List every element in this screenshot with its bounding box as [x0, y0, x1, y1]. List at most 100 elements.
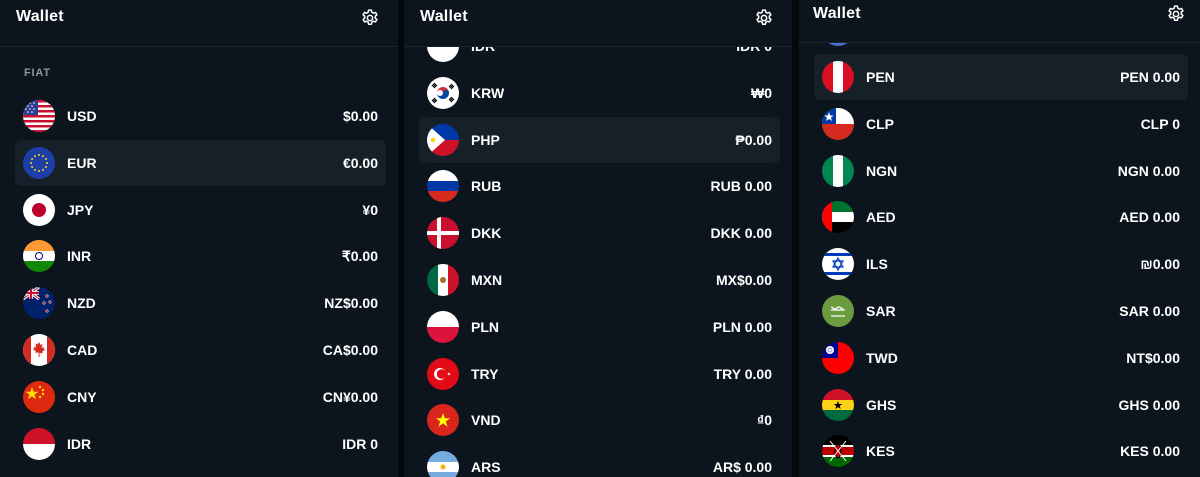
currency-balance: GHS 0.00	[1118, 396, 1180, 413]
ke-flag-icon	[822, 435, 854, 468]
currency-row-jpy[interactable]: JPY ¥0	[15, 187, 386, 233]
currency-code: SAR	[866, 303, 896, 319]
currency-balance: TRY 0.00	[713, 365, 772, 382]
currency-row-twd[interactable]: TWD NT$0.00	[814, 335, 1188, 381]
currency-code: RUB	[471, 178, 502, 195]
currency-code: AED	[866, 209, 896, 226]
currency-code: TWD	[866, 349, 898, 366]
currency-balance: AR$ 0.00	[712, 459, 772, 476]
currency-code: CAD	[67, 342, 98, 358]
currency-balance: ₪0.00	[1140, 256, 1180, 273]
currency-code: DKK	[471, 225, 502, 242]
currency-row-pen[interactable]: PEN PEN 0.00	[814, 54, 1188, 100]
header: Wallet	[404, 0, 792, 47]
ca-flag-icon	[23, 334, 55, 366]
currency-code: KRW	[471, 84, 505, 101]
currency-balance: $0.00	[342, 108, 378, 124]
us-flag-icon	[23, 100, 55, 132]
currency-row-ars[interactable]: ARS AR$ 0.00	[419, 444, 780, 477]
currency-row-vnd[interactable]: VND ₫0	[419, 397, 780, 443]
nz-flag-icon	[23, 287, 55, 320]
currency-balance: AED 0.00	[1119, 209, 1180, 226]
wallet-panel-3: PEN PEN 0.00 CLP CLP 0 NGN NGN 0.00 AED AED 0.0…	[799, 0, 1200, 477]
gear-icon[interactable]	[754, 8, 774, 28]
currency-balance: CLP 0	[1140, 115, 1180, 132]
currency-code: TRY	[471, 365, 499, 382]
header: Wallet	[799, 0, 1200, 43]
gh-flag-icon	[822, 388, 854, 421]
currency-row-eur[interactable]: EUR €0.00	[15, 139, 386, 186]
currency-code: PEN	[866, 69, 895, 85]
page-title: Wallet	[813, 5, 861, 22]
currency-balance: CN¥0.00	[322, 388, 378, 405]
ar-flag-icon	[427, 451, 459, 477]
currency-code: CNY	[67, 388, 97, 405]
currency-row-mxn[interactable]: MXN MX$0.00	[419, 257, 780, 303]
currency-balance: ₩0	[751, 84, 772, 101]
sa-flag-icon	[822, 295, 854, 327]
currency-row-inr[interactable]: INR ₹0.00	[15, 233, 386, 279]
currency-code: MXN	[471, 272, 503, 288]
mx-flag-icon	[427, 264, 459, 296]
currency-balance: DKK 0.00	[710, 225, 772, 242]
ph-flag-icon	[427, 123, 459, 156]
currency-code: VND	[471, 412, 501, 429]
currency-code: EUR	[67, 154, 97, 171]
currency-code: JPY	[67, 201, 94, 218]
currency-row-kes[interactable]: KES KES 0.00	[814, 428, 1188, 474]
currency-row-usd[interactable]: USD $0.00	[15, 93, 386, 139]
pe-flag-icon	[822, 61, 854, 93]
currency-balance: NGN 0.00	[1117, 162, 1180, 179]
currency-row-clp[interactable]: CLP CLP 0	[814, 101, 1188, 147]
currency-balance: MX$0.00	[715, 272, 772, 288]
currency-code: CLP	[866, 115, 894, 132]
currency-row-idr[interactable]: IDR IDR 0	[15, 421, 386, 467]
currency-row-nzd[interactable]: NZD NZ$0.00	[15, 280, 386, 326]
cn-flag-icon	[23, 380, 55, 413]
currency-row-krw[interactable]: KRW ₩0	[419, 70, 780, 116]
tw-flag-icon	[822, 341, 854, 374]
currency-balance: NZ$0.00	[324, 295, 378, 312]
currency-balance: ₹0.00	[341, 248, 378, 265]
currency-code: PHP	[471, 131, 500, 148]
currency-balance: NT$0.00	[1126, 349, 1180, 366]
page-title: Wallet	[420, 8, 468, 25]
gear-icon[interactable]	[1166, 4, 1186, 24]
currency-balance: CA$0.00	[322, 342, 378, 358]
currency-row-dkk[interactable]: DKK DKK 0.00	[419, 210, 780, 256]
vn-flag-icon	[427, 404, 459, 437]
currency-row-php[interactable]: PHP ₱0.00	[419, 116, 780, 163]
cl-flag-icon	[822, 107, 854, 140]
currency-code: PLN	[471, 318, 499, 335]
currency-balance: ₱0.00	[735, 131, 772, 148]
currency-row-cny[interactable]: CNY CN¥0.00	[15, 374, 386, 420]
tr-flag-icon	[427, 357, 459, 390]
currency-code: USD	[67, 108, 97, 124]
currency-balance: IDR 0	[342, 435, 378, 452]
currency-balance: €0.00	[342, 154, 378, 171]
pl-flag-icon	[427, 310, 459, 343]
id-flag-icon	[23, 427, 55, 460]
currency-code: ARS	[471, 459, 501, 476]
currency-row-ils[interactable]: ILS ₪0.00	[814, 241, 1188, 287]
currency-code: KES	[866, 443, 895, 460]
currency-balance: ¥0	[362, 201, 378, 218]
currency-row-ghs[interactable]: GHS GHS 0.00	[814, 382, 1188, 428]
currency-row-aed[interactable]: AED AED 0.00	[814, 194, 1188, 240]
currency-code: NGN	[866, 162, 898, 179]
currency-balance: PEN 0.00	[1120, 69, 1180, 85]
currency-row-ngn[interactable]: NGN NGN 0.00	[814, 148, 1188, 194]
currency-row-sar[interactable]: SAR SAR 0.00	[814, 288, 1188, 334]
eu-flag-icon	[23, 146, 55, 179]
currency-row-cad[interactable]: CAD CA$0.00	[15, 327, 386, 373]
dk-flag-icon	[427, 217, 459, 250]
currency-row-rub[interactable]: RUB RUB 0.00	[419, 163, 780, 209]
gear-icon[interactable]	[360, 8, 380, 28]
currency-code: NZD	[67, 295, 96, 312]
currency-row-try[interactable]: TRY TRY 0.00	[419, 351, 780, 397]
section-label-fiat: FIAT	[24, 67, 51, 79]
currency-code: GHS	[866, 396, 897, 413]
currency-code: IDR	[67, 435, 92, 452]
currency-row-pln[interactable]: PLN PLN 0.00	[419, 304, 780, 350]
kr-flag-icon	[427, 76, 459, 109]
